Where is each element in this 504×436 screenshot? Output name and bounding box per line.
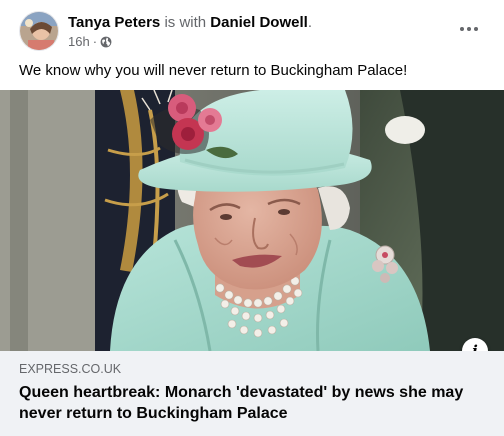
tagged-suffix: . bbox=[307, 14, 312, 31]
author-avatar[interactable] bbox=[19, 11, 59, 51]
link-domain: EXPRESS.CO.UK bbox=[19, 362, 122, 376]
tagged-person-name[interactable]: Daniel Dowell bbox=[210, 14, 308, 31]
avatar-image bbox=[20, 12, 58, 50]
post-timestamp[interactable]: 16h bbox=[68, 34, 90, 50]
author-line: Tanya Peters is with Daniel Dowell. bbox=[68, 13, 312, 32]
post-text: We know why you will never return to Buc… bbox=[19, 62, 408, 79]
author-name[interactable]: Tanya Peters bbox=[68, 14, 160, 31]
globe-icon[interactable] bbox=[100, 36, 112, 48]
post-meta: 16h · bbox=[68, 34, 112, 50]
post-header: Tanya Peters is with Daniel Dowell. 16h … bbox=[0, 0, 504, 60]
more-dot bbox=[474, 27, 478, 31]
more-dot bbox=[460, 27, 464, 31]
with-text: is with bbox=[160, 14, 211, 31]
more-options-icon[interactable] bbox=[452, 14, 486, 44]
more-dot bbox=[467, 27, 471, 31]
link-title: Queen heartbreak: Monarch 'devastated' b… bbox=[19, 384, 464, 422]
link-meta[interactable]: EXPRESS.CO.UK Queen heartbreak: Monarch … bbox=[0, 351, 504, 436]
link-preview-card[interactable]: i EXPRESS.CO.UK Queen heartbreak: Monarc… bbox=[0, 90, 504, 436]
link-preview-image[interactable] bbox=[0, 90, 504, 351]
meta-separator: · bbox=[92, 34, 98, 49]
